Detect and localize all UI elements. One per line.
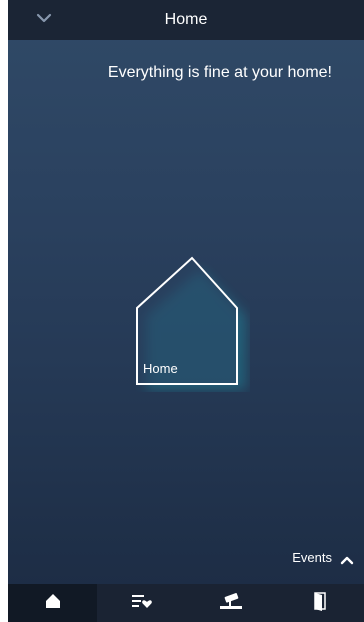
chevron-up-icon — [340, 553, 354, 564]
tab-favorites[interactable] — [97, 584, 186, 622]
tab-doors[interactable] — [275, 584, 364, 622]
tab-home[interactable] — [8, 584, 97, 622]
events-label: Events — [292, 550, 332, 565]
status-message: Everything is fine at your home! — [107, 64, 332, 81]
camera-icon — [219, 591, 243, 616]
bottom-tab-bar — [8, 584, 364, 622]
home-icon — [44, 592, 62, 615]
list-heart-icon — [131, 592, 153, 615]
events-toggle[interactable]: Events — [292, 550, 354, 565]
door-icon — [312, 591, 328, 616]
house-label: Home — [143, 361, 178, 376]
top-bar: Home — [8, 0, 364, 40]
app-screen: Home Everything is fine at your home! Ho… — [8, 0, 364, 622]
page-title: Home — [164, 11, 208, 28]
house-tile[interactable]: Home — [126, 252, 250, 392]
tab-cameras[interactable] — [186, 584, 275, 622]
